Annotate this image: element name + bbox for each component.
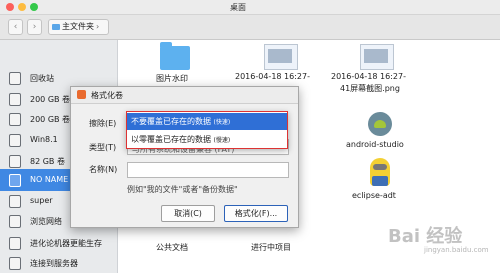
drive-icon: [9, 113, 21, 126]
trash-icon: [9, 72, 21, 85]
toolbar: ‹ › 主文件夹 ›: [0, 15, 500, 40]
format-volume-dialog: 格式化卷 擦除(E) 类型(T) 与所有系统和设备兼容 (FAT) 名称(N) …: [70, 86, 299, 228]
path-button-home[interactable]: 主文件夹 ›: [48, 19, 109, 35]
dialog-title: 格式化卷: [91, 91, 123, 100]
name-input[interactable]: [127, 162, 289, 178]
type-label: 类型(T): [89, 143, 117, 152]
android-studio-icon[interactable]: [368, 112, 392, 136]
file-label[interactable]: android-studio: [346, 140, 404, 149]
name-hint: 例如"我的文件"或者"备份数据": [127, 185, 238, 194]
format-button[interactable]: 格式化(F)...: [224, 205, 288, 222]
erase-option-quick[interactable]: 不要覆盖已存在的数据 (快速): [127, 113, 287, 130]
minimize-window-button[interactable]: [18, 3, 26, 11]
maximize-window-button[interactable]: [30, 3, 38, 11]
forward-button[interactable]: ›: [27, 19, 42, 35]
erase-option-zero[interactable]: 以零覆盖已存在的数据 (慢速): [127, 131, 287, 148]
server-icon: [9, 257, 21, 270]
forward-arrow-icon: ›: [32, 22, 37, 32]
close-window-button[interactable]: [6, 3, 14, 11]
file-label[interactable]: eclipse-adt: [352, 191, 396, 200]
cancel-button[interactable]: 取消(C): [161, 205, 215, 222]
format-icon: [77, 90, 86, 99]
folder-icon[interactable]: [160, 42, 190, 70]
drive-icon: [9, 134, 21, 147]
drive-icon: [9, 195, 21, 208]
network-icon: [9, 237, 21, 250]
window-titlebar: 桌面: [0, 0, 500, 15]
window-title: 桌面: [230, 3, 246, 12]
file-label[interactable]: 2016-04-18 16:27-: [331, 72, 406, 81]
sidebar-item-bookmark[interactable]: 进化论机器更能生存: [0, 232, 117, 254]
file-label[interactable]: 公共文档: [156, 242, 188, 253]
image-file-icon[interactable]: [264, 44, 298, 70]
file-label[interactable]: 进行中项目: [251, 242, 291, 253]
network-icon: [9, 215, 21, 228]
file-label[interactable]: 2016-04-18 16:27-: [235, 72, 310, 81]
image-file-icon[interactable]: [360, 44, 394, 70]
file-label[interactable]: 图片水印: [156, 73, 188, 84]
home-folder-icon: [52, 24, 60, 30]
name-label: 名称(N): [89, 165, 118, 174]
back-button[interactable]: ‹: [8, 19, 23, 35]
chevron-right-icon: ›: [96, 22, 100, 31]
watermark-url: jingyan.baidu.com: [424, 246, 489, 254]
usb-drive-icon: [9, 174, 21, 187]
erase-label: 擦除(E): [89, 119, 117, 128]
file-label[interactable]: 41屏幕截图.png: [340, 83, 400, 94]
back-arrow-icon: ‹: [13, 22, 18, 32]
drive-icon: [9, 93, 21, 106]
path-label: 主文件夹: [62, 22, 94, 31]
watermark-logo: Bai 经验: [388, 226, 463, 247]
sidebar-item-connect-server[interactable]: 连接到服务器: [0, 252, 117, 274]
dialog-titlebar: 格式化卷: [71, 87, 298, 104]
eclipse-adt-icon[interactable]: [370, 158, 390, 186]
erase-dropdown-menu: 不要覆盖已存在的数据 (快速) 以零覆盖已存在的数据 (慢速): [126, 111, 288, 149]
drive-icon: [9, 155, 21, 168]
